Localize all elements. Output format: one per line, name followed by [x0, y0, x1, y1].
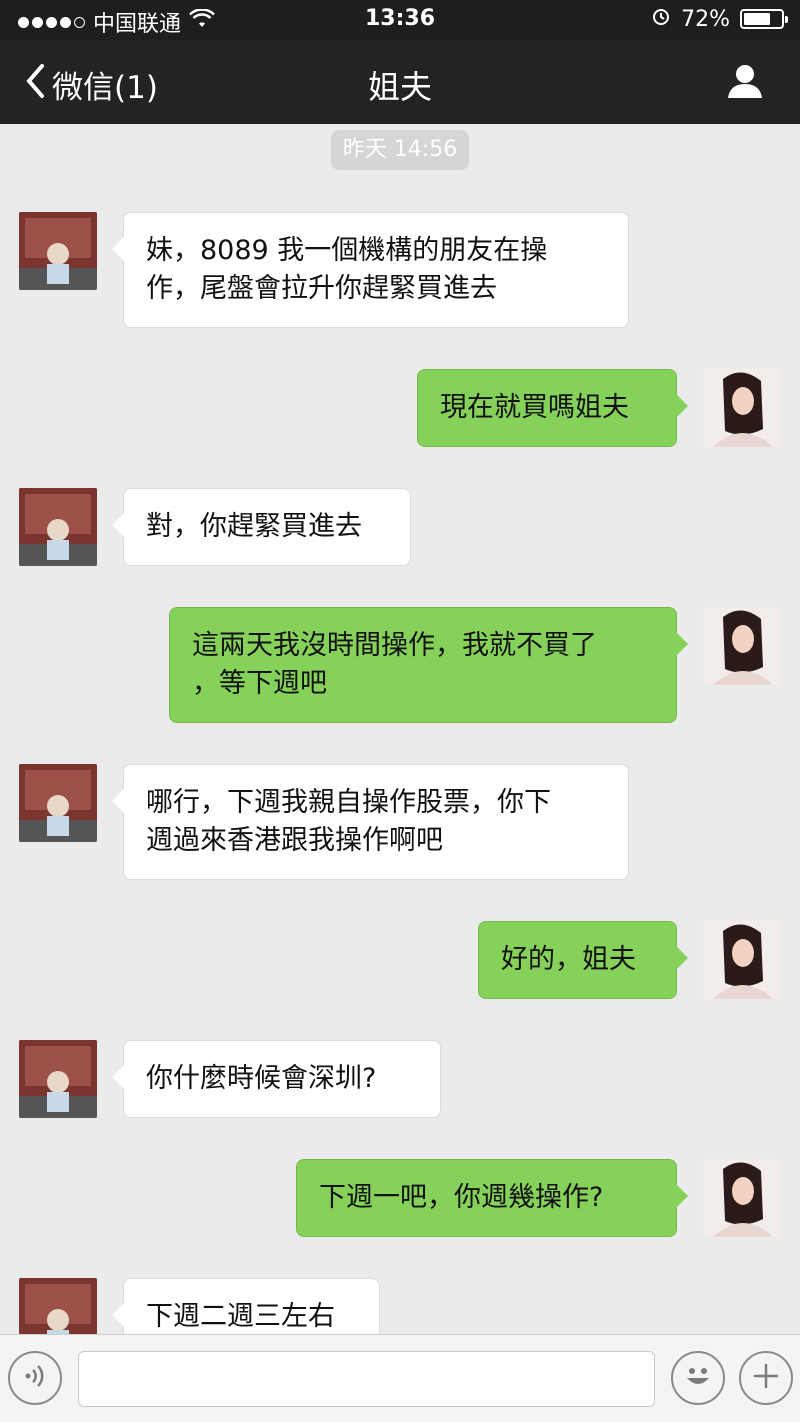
chat-area[interactable]: 昨天 14:56 妹，8089 我一個機構的朋友在操 作，尾盤會拉升你趕緊買進去…	[0, 124, 800, 1334]
message-line: ，等下週吧	[192, 668, 327, 699]
message-bubble-incoming[interactable]: 你什麼時候會深圳?	[112, 1040, 441, 1118]
voice-icon	[20, 1361, 50, 1395]
contact-avatar[interactable]	[19, 488, 97, 566]
nav-bar: 微信(1) 姐夫	[0, 40, 800, 124]
message-line: 週過來香港跟我操作啊吧	[146, 825, 443, 856]
emoji-button[interactable]	[671, 1351, 725, 1405]
message-bubble-incoming[interactable]: 哪行，下週我親自操作股票，你下 週過來香港跟我操作啊吧	[112, 764, 629, 880]
message-bubble-incoming[interactable]: 下週二週三左右	[112, 1278, 380, 1334]
message-bubble-incoming[interactable]: 妹，8089 我一個機構的朋友在操 作，尾盤會拉升你趕緊買進去	[112, 212, 629, 328]
message-line: 作，尾盤會拉升你趕緊買進去	[146, 273, 497, 304]
message-line: 下週二週三左右	[146, 1301, 335, 1332]
my-avatar[interactable]	[703, 369, 781, 447]
my-avatar[interactable]	[703, 1159, 781, 1237]
plus-icon	[751, 1361, 781, 1395]
message-bubble-outgoing[interactable]: 下週一吧，你週幾操作?	[296, 1159, 688, 1237]
message-line: 哪行，下週我親自操作股票，你下	[146, 787, 551, 818]
voice-button[interactable]	[8, 1351, 62, 1405]
contact-avatar[interactable]	[19, 764, 97, 842]
message-line: 現在就買嗎姐夫	[440, 392, 629, 423]
contact-avatar[interactable]	[19, 1040, 97, 1118]
message-input[interactable]	[78, 1351, 655, 1407]
message-line: 你什麼時候會深圳?	[146, 1063, 377, 1094]
message-bubble-outgoing[interactable]: 現在就買嗎姐夫	[417, 369, 688, 447]
profile-button[interactable]	[726, 62, 764, 104]
battery-icon	[740, 9, 788, 29]
message-line: 這兩天我沒時間操作，我就不買了	[192, 630, 597, 661]
message-line: 對，你趕緊買進去	[146, 511, 362, 542]
message-bubble-incoming[interactable]: 對，你趕緊買進去	[112, 488, 411, 566]
person-icon	[726, 65, 764, 104]
my-avatar[interactable]	[703, 607, 781, 685]
battery-level	[744, 13, 770, 25]
message-bubble-outgoing[interactable]: 這兩天我沒時間操作，我就不買了 ，等下週吧	[169, 607, 688, 723]
emoji-icon	[678, 1356, 718, 1400]
contact-avatar[interactable]	[19, 1278, 97, 1334]
status-bar: 中国联通 13:36 72%	[0, 0, 800, 40]
input-bar	[0, 1334, 800, 1422]
chat-title: 姐夫	[367, 68, 432, 106]
message-line: 妹，8089 我一個機構的朋友在操	[146, 235, 548, 266]
message-line: 好的，姐夫	[501, 944, 636, 975]
battery-percent: 72%	[681, 6, 730, 32]
status-right: 72%	[651, 6, 788, 32]
contact-avatar[interactable]	[19, 212, 97, 290]
alarm-icon	[651, 6, 671, 32]
add-button[interactable]	[739, 1351, 793, 1405]
message-line: 下週一吧，你週幾操作?	[319, 1182, 604, 1213]
timestamp-chip: 昨天 14:56	[331, 130, 469, 170]
message-bubble-outgoing[interactable]: 好的，姐夫	[478, 921, 688, 999]
my-avatar[interactable]	[703, 921, 781, 999]
